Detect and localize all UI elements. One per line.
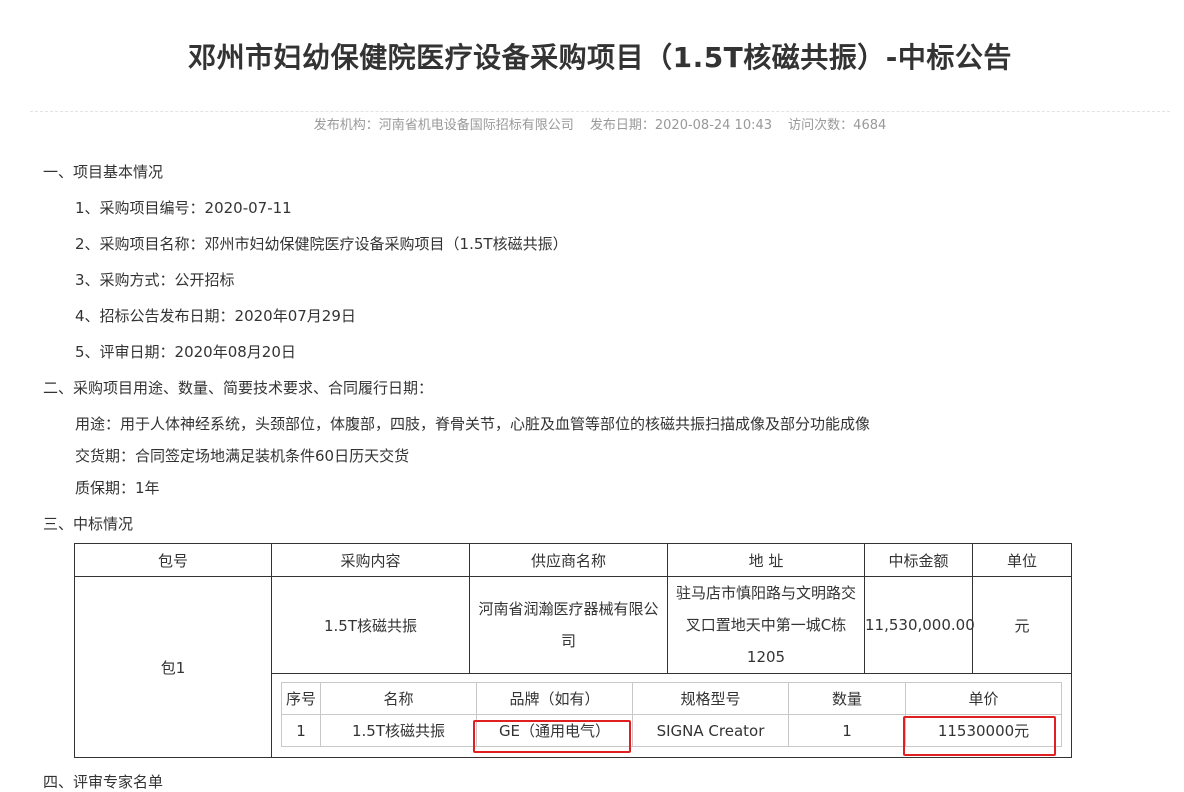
model-cell: SIGNA Creator (632, 714, 789, 747)
page-title: 邓州市妇幼保健院医疗设备采购项目（1.5T核磁共振）-中标公告 (188, 41, 1012, 74)
header-index: 序号 (281, 682, 321, 715)
address-cell: 驻马店市慎阳路与文明路交叉口置地天中第一城C栋1205 (667, 576, 865, 674)
review-date: 5、评审日期：2020年08月20日 (75, 343, 296, 361)
header-amount: 中标金额 (864, 543, 973, 577)
title-divider (30, 111, 1170, 112)
section1-heading: 一、项目基本情况 (43, 163, 164, 181)
usage-text: 用途：用于人体神经系统，头颈部位，体腹部，四肢，脊骨关节，心脏及血管等部位的核磁… (75, 415, 871, 433)
name-cell: 1.5T核磁共振 (320, 714, 477, 747)
package-cell: 包1 (74, 576, 272, 758)
content-cell: 1.5T核磁共振 (271, 576, 470, 674)
header-name: 名称 (320, 682, 477, 715)
index-cell: 1 (281, 714, 321, 747)
header-content: 采购内容 (271, 543, 470, 577)
warranty-text: 质保期：1年 (75, 479, 160, 497)
delivery-text: 交货期：合同签定场地满足装机条件60日历天交货 (75, 447, 410, 465)
project-name: 2、采购项目名称：邓州市妇幼保健院医疗设备采购项目（1.5T核磁共振） (75, 235, 568, 253)
header-unit: 单位 (972, 543, 1072, 577)
publish-date: 发布日期：2020-08-24 10:43 (589, 118, 773, 133)
quantity-cell: 1 (788, 714, 906, 747)
visit-count: 访问次数：4684 (788, 118, 887, 133)
header-address: 地 址 (667, 543, 865, 577)
header-supplier: 供应商名称 (469, 543, 668, 577)
project-number: 1、采购项目编号：2020-07-11 (75, 199, 292, 217)
header-brand: 品牌（如有） (476, 682, 633, 715)
header-package: 包号 (74, 543, 272, 577)
section2-heading: 二、采购项目用途、数量、简要技术要求、合同履行日期： (43, 379, 434, 397)
amount-cell: 11,530,000.00 (864, 576, 975, 674)
procurement-method: 3、采购方式：公开招标 (75, 271, 235, 289)
meta-bar: 发布机构：河南省机电设备国际招标有限公司 发布日期：2020-08-24 10:… (0, 114, 1184, 133)
header-model: 规格型号 (632, 682, 789, 715)
table-row: 包1 1.5T核磁共振 河南省润瀚医疗器械有限公司 驻马店市慎阳路与文明路交叉口… (74, 576, 1072, 758)
brand-highlight-box (473, 720, 631, 753)
unit-cell: 元 (972, 576, 1072, 674)
header-quantity: 数量 (788, 682, 906, 715)
notice-date: 4、招标公告发布日期：2020年07月29日 (75, 307, 356, 325)
award-table-header: 包号 采购内容 供应商名称 地 址 中标金额 单位 (74, 543, 1072, 577)
price-highlight-box (903, 716, 1056, 756)
publisher: 发布机构：河南省机电设备国际招标有限公司 (313, 118, 574, 133)
detail-table-header: 序号 名称 品牌（如有） 规格型号 数量 单价 (281, 682, 1062, 715)
section3-heading: 三、中标情况 (43, 515, 134, 533)
header-unit-price: 单价 (905, 682, 1062, 715)
supplier-cell: 河南省润瀚医疗器械有限公司 (469, 576, 668, 674)
